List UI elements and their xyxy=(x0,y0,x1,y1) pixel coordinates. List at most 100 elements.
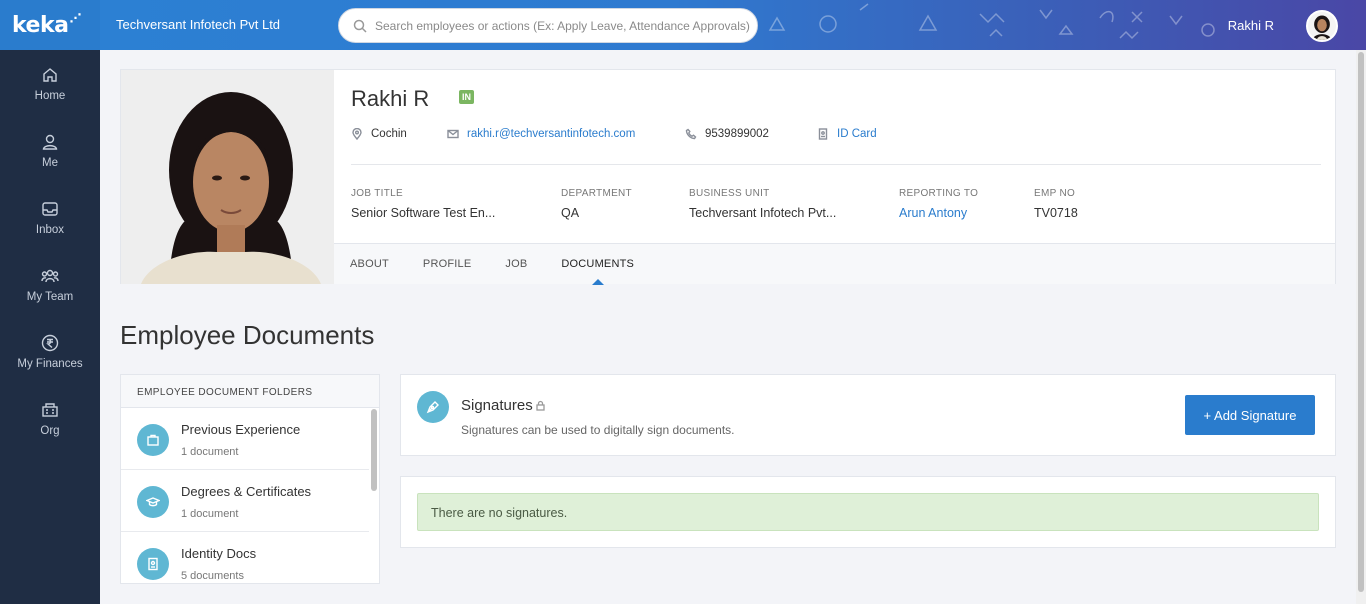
avatar[interactable] xyxy=(1306,10,1338,42)
folder-identity-docs[interactable]: Identity Docs 5 documents xyxy=(121,532,369,583)
keka-logo[interactable]: keka ⋰ xyxy=(0,0,100,50)
logo-text: keka xyxy=(12,12,69,38)
folder-name: Degrees & Certificates xyxy=(181,484,312,499)
employee-photo xyxy=(121,70,334,284)
signatures-subtitle: Signatures can be used to digitally sign… xyxy=(461,423,735,437)
id-card-link[interactable]: ID Card xyxy=(817,128,877,140)
employee-name: Rakhi R xyxy=(351,86,430,111)
field-business-unit: BUSINESS UNIT Techversant Infotech Pvt..… xyxy=(689,188,899,220)
email-link[interactable]: rakhi.r@techversantinfotech.com xyxy=(447,128,685,140)
briefcase-icon xyxy=(147,434,159,446)
id-badge-icon xyxy=(148,557,158,571)
mail-icon xyxy=(447,129,459,139)
tab-about[interactable]: ABOUT xyxy=(350,244,389,284)
folder-icon-wrap xyxy=(137,548,169,580)
tab-documents[interactable]: DOCUMENTS xyxy=(561,244,634,285)
profile-card: Rakhi R IN Cochin rakhi.r@techversantinf… xyxy=(120,69,1336,285)
reporting-manager-link[interactable]: Arun Antony xyxy=(899,206,1034,220)
sidebar-item-home[interactable]: Home xyxy=(0,50,100,117)
add-signature-button[interactable]: + Add Signature xyxy=(1185,395,1315,435)
search-icon xyxy=(353,19,367,33)
job-fields: JOB TITLE Senior Software Test En... DEP… xyxy=(351,188,1134,220)
folders-header: EMPLOYEE DOCUMENT FOLDERS xyxy=(121,375,379,408)
sidebar-item-inbox[interactable]: Inbox xyxy=(0,184,100,251)
sidebar: keka ⋰ Home Me Inbox My Team My Finances … xyxy=(0,0,100,604)
search-input[interactable] xyxy=(375,18,755,33)
signatures-list-card: There are no signatures. xyxy=(400,476,1336,548)
field-label: EMP NO xyxy=(1034,188,1076,199)
signature-icon-wrap xyxy=(417,391,449,423)
profile-divider xyxy=(351,164,1321,165)
id-card-text[interactable]: ID Card xyxy=(837,128,877,140)
id-card-icon xyxy=(818,128,828,140)
page-scrollbar[interactable] xyxy=(1356,50,1366,604)
folder-name: Previous Experience xyxy=(181,422,301,437)
location: Cochin xyxy=(351,128,447,140)
field-reporting-to: REPORTING TO Arun Antony xyxy=(899,188,1034,220)
home-icon xyxy=(43,67,57,82)
sidebar-item-label: Inbox xyxy=(35,223,65,236)
sidebar-item-label: Home xyxy=(34,89,66,102)
rupee-icon xyxy=(41,334,59,351)
phone: 9539899002 xyxy=(685,128,817,140)
company-name[interactable]: Techversant Infotech Pvt Ltd xyxy=(116,17,280,32)
sidebar-item-org[interactable]: Org xyxy=(0,385,100,452)
document-folders-panel: EMPLOYEE DOCUMENT FOLDERS Previous Exper… xyxy=(120,374,380,584)
field-label: DEPARTMENT xyxy=(561,188,632,199)
user-icon xyxy=(42,134,58,150)
logo-rays-icon: ⋰ xyxy=(69,11,81,25)
phone-text: 9539899002 xyxy=(705,128,769,140)
pen-nib-icon xyxy=(426,401,439,414)
employee-photo-image xyxy=(121,70,334,284)
sidebar-item-my-finances[interactable]: My Finances xyxy=(0,318,100,385)
top-bar: Techversant Infotech Pvt Ltd Rakhi R xyxy=(100,0,1366,50)
lock-icon xyxy=(536,400,545,411)
folder-count: 1 document xyxy=(181,446,239,458)
profile-tabs: ABOUT PROFILE JOB DOCUMENTS xyxy=(334,243,1335,285)
scrollbar-thumb[interactable] xyxy=(371,409,377,491)
team-icon xyxy=(41,269,59,282)
email-text[interactable]: rakhi.r@techversantinfotech.com xyxy=(467,128,635,140)
header-user-name[interactable]: Rakhi R xyxy=(1228,18,1274,33)
folder-degrees-certificates[interactable]: Degrees & Certificates 1 document xyxy=(121,470,369,532)
signatures-title-text: Signatures xyxy=(461,397,533,414)
field-label: BUSINESS UNIT xyxy=(689,188,770,199)
folder-icon-wrap xyxy=(137,486,169,518)
graduation-cap-icon xyxy=(146,497,160,507)
sidebar-item-label: My Finances xyxy=(17,357,83,370)
sidebar-item-label: Org xyxy=(40,424,60,437)
org-icon xyxy=(42,402,58,417)
location-pin-icon xyxy=(352,128,362,140)
status-badge: IN xyxy=(459,90,474,104)
field-emp-no: EMP NO TV0718 xyxy=(1034,188,1134,220)
field-department: DEPARTMENT QA xyxy=(561,188,689,220)
field-label: JOB TITLE xyxy=(351,188,403,199)
tab-profile[interactable]: PROFILE xyxy=(423,244,471,284)
phone-icon xyxy=(685,128,697,140)
field-value: QA xyxy=(561,206,580,220)
folder-count: 1 document xyxy=(181,508,239,520)
folders-scrollbar[interactable] xyxy=(371,409,377,583)
tab-job[interactable]: JOB xyxy=(505,244,527,284)
field-value: Techversant Infotech Pvt... xyxy=(689,206,837,220)
sidebar-item-me[interactable]: Me xyxy=(0,117,100,184)
field-value: TV0718 xyxy=(1034,206,1078,220)
folder-name: Identity Docs xyxy=(181,546,257,561)
scrollbar-thumb[interactable] xyxy=(1358,52,1364,592)
empty-signatures-alert: There are no signatures. xyxy=(417,493,1319,531)
page-title: Employee Documents xyxy=(120,320,375,350)
field-label: REPORTING TO xyxy=(899,188,979,199)
folder-count: 5 documents xyxy=(181,570,244,582)
header-decoration-pattern xyxy=(768,3,1215,40)
field-job-title: JOB TITLE Senior Software Test En... xyxy=(351,188,561,220)
location-text: Cochin xyxy=(371,128,407,140)
inbox-icon xyxy=(42,201,58,216)
sidebar-item-label: Me xyxy=(42,156,58,169)
sidebar-item-my-team[interactable]: My Team xyxy=(0,251,100,318)
avatar-image xyxy=(1308,12,1336,40)
sidebar-item-label: My Team xyxy=(26,290,74,303)
contact-row: Cochin rakhi.r@techversantinfotech.com 9… xyxy=(351,128,919,140)
global-search[interactable] xyxy=(338,8,758,43)
signatures-card: Signatures Signatures can be used to dig… xyxy=(400,374,1336,456)
folder-previous-experience[interactable]: Previous Experience 1 document xyxy=(121,408,369,470)
